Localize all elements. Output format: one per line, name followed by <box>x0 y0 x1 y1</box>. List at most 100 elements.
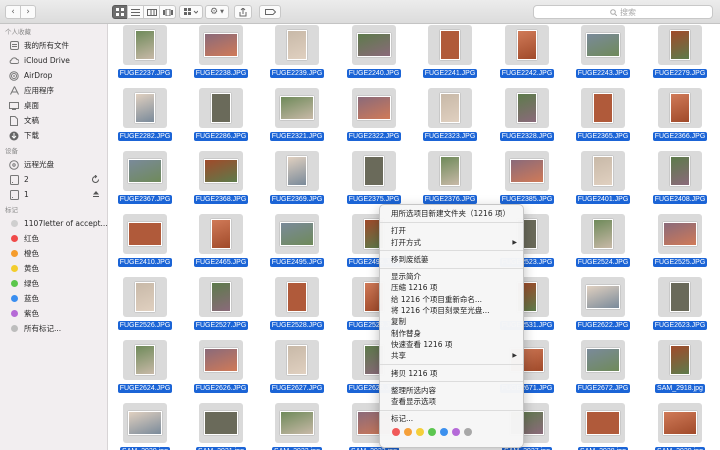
file-item[interactable]: FUGE2367.JPG <box>109 149 181 211</box>
sidebar-item[interactable]: iCloud Drive <box>0 53 107 68</box>
file-item[interactable]: SAM_2929.jpg <box>644 401 716 450</box>
file-item[interactable]: FUGE2322.JPG <box>338 86 410 148</box>
file-item[interactable]: FUGE2524.JPG <box>567 212 639 274</box>
yellow-tag-icon[interactable] <box>416 427 424 436</box>
sidebar-item[interactable]: 所有标记... <box>0 321 107 336</box>
file-item[interactable]: SAM_2918.jpg <box>644 338 716 400</box>
file-item[interactable]: FUGE2410.JPG <box>109 212 181 274</box>
icon-view-button[interactable] <box>112 5 128 19</box>
share-button[interactable] <box>234 5 252 19</box>
action-button[interactable]: ⚙ ▼ <box>205 5 229 19</box>
file-item[interactable]: FUGE2622.JPG <box>567 275 639 337</box>
menu-item[interactable]: 制作替身 <box>380 328 523 339</box>
file-item[interactable]: FUGE2627.JPG <box>261 338 333 400</box>
file-item[interactable]: FUGE2465.JPG <box>185 212 257 274</box>
menu-item[interactable]: 复制 <box>380 316 523 327</box>
file-item[interactable]: FUGE2495.JPG <box>261 212 333 274</box>
file-item[interactable]: FUGE2408.JPG <box>644 149 716 211</box>
eject-icon[interactable] <box>92 190 100 200</box>
file-item[interactable]: FUGE2385.JPG <box>491 149 563 211</box>
sidebar-item[interactable]: 我的所有文件 <box>0 38 107 53</box>
file-item[interactable]: FUGE2282.JPG <box>109 86 181 148</box>
blue-tag-icon[interactable] <box>440 427 448 436</box>
sidebar-item[interactable]: AirDrop <box>0 68 107 83</box>
file-item[interactable]: FUGE2279.JPG <box>644 24 716 85</box>
file-item[interactable]: FUGE2365.JPG <box>567 86 639 148</box>
file-item[interactable]: FUGE2624.JPG <box>109 338 181 400</box>
file-item[interactable]: FUGE2237.JPG <box>109 24 181 85</box>
coverflow-view-button[interactable] <box>159 5 176 19</box>
gray-tag-icon[interactable] <box>464 427 472 436</box>
menu-item[interactable]: 标记... <box>380 413 523 424</box>
file-item[interactable]: SAM_2920.jpg <box>109 401 181 450</box>
file-item[interactable]: FUGE2366.JPG <box>644 86 716 148</box>
file-item[interactable]: FUGE2239.JPG <box>261 24 333 85</box>
orange-tag-icon[interactable] <box>404 427 412 436</box>
menu-item[interactable]: 移到废纸篓 <box>380 254 523 265</box>
green-tag-icon[interactable] <box>428 427 436 436</box>
sync-icon[interactable] <box>91 174 100 186</box>
tag-button[interactable] <box>259 5 281 19</box>
sidebar-item[interactable]: 下载 <box>0 128 107 143</box>
sidebar-item[interactable]: 文稿 <box>0 113 107 128</box>
file-item[interactable]: FUGE2286.JPG <box>185 86 257 148</box>
file-item[interactable]: SAM_2922.jpg <box>261 401 333 450</box>
sidebar-item[interactable]: 桌面 <box>0 98 107 113</box>
menu-item[interactable]: 快速查看 1216 项 <box>380 339 523 350</box>
file-item[interactable]: FUGE2241.JPG <box>414 24 486 85</box>
forward-button[interactable]: › <box>20 5 36 19</box>
menu-item[interactable]: 打开方式 ▶ <box>380 237 523 248</box>
file-item[interactable]: FUGE2527.JPG <box>185 275 257 337</box>
menu-item[interactable]: 给 1216 个项目重新命名... <box>380 294 523 305</box>
sidebar-item[interactable]: 1107letter of accept... <box>0 216 107 231</box>
file-item[interactable]: FUGE2525.JPG <box>644 212 716 274</box>
sidebar-item[interactable]: 应用程序 <box>0 83 107 98</box>
column-view-button[interactable] <box>143 5 160 19</box>
menu-item[interactable]: 整理所选内容 <box>380 385 523 396</box>
file-thumbnail <box>581 151 625 191</box>
file-item[interactable]: FUGE2240.JPG <box>338 24 410 85</box>
menu-item[interactable]: 压缩 1216 项 <box>380 282 523 293</box>
file-item[interactable]: FUGE2528.JPG <box>261 275 333 337</box>
file-item[interactable]: FUGE2401.JPG <box>567 149 639 211</box>
red-tag-icon[interactable] <box>392 427 400 436</box>
file-item[interactable]: FUGE2369.JPG <box>261 149 333 211</box>
file-item[interactable]: FUGE2328.JPG <box>491 86 563 148</box>
sidebar-item[interactable]: 蓝色 <box>0 291 107 306</box>
sidebar-item[interactable]: 远程光盘 <box>0 157 107 172</box>
file-item[interactable]: FUGE2376.JPG <box>414 149 486 211</box>
arrange-button[interactable] <box>179 5 203 19</box>
menu-item[interactable]: 打开 <box>380 225 523 236</box>
file-item[interactable]: FUGE2243.JPG <box>567 24 639 85</box>
file-item[interactable]: FUGE2321.JPG <box>261 86 333 148</box>
file-item[interactable]: FUGE2526.JPG <box>109 275 181 337</box>
file-item[interactable]: SAM_2928.jpg <box>567 401 639 450</box>
sidebar-item[interactable]: 绿色 <box>0 276 107 291</box>
menu-item[interactable]: 将 1216 个项目刻录至光盘... <box>380 305 523 316</box>
file-item[interactable]: FUGE2672.JPG <box>567 338 639 400</box>
file-item[interactable]: FUGE2238.JPG <box>185 24 257 85</box>
sidebar-item[interactable]: 2 <box>0 172 107 187</box>
sidebar-item[interactable]: 1 <box>0 187 107 202</box>
list-view-button[interactable] <box>127 5 144 19</box>
menu-item[interactable]: 查看显示选项 <box>380 396 523 407</box>
menu-item[interactable]: 拷贝 1216 项 <box>380 368 523 379</box>
sidebar-item[interactable]: 橙色 <box>0 246 107 261</box>
file-item[interactable]: FUGE2242.JPG <box>491 24 563 85</box>
file-item[interactable]: FUGE2623.JPG <box>644 275 716 337</box>
back-button[interactable]: ‹ <box>5 5 21 19</box>
sidebar-item[interactable]: 紫色 <box>0 306 107 321</box>
menu-item[interactable]: 共享 ▶ <box>380 350 523 361</box>
file-item[interactable]: FUGE2323.JPG <box>414 86 486 148</box>
menu-item[interactable]: 用所选项目新建文件夹（1216 项） <box>380 208 523 219</box>
file-item[interactable]: FUGE2368.JPG <box>185 149 257 211</box>
file-thumbnail <box>123 277 167 317</box>
sidebar-item[interactable]: 红色 <box>0 231 107 246</box>
file-item[interactable]: SAM_2921.jpg <box>185 401 257 450</box>
file-item[interactable]: FUGE2626.JPG <box>185 338 257 400</box>
menu-item[interactable]: 显示简介 <box>380 271 523 282</box>
purple-tag-icon[interactable] <box>452 427 460 436</box>
search-field[interactable]: 搜索 <box>533 5 713 19</box>
file-item[interactable]: FUGE2375.JPG <box>338 149 410 211</box>
sidebar-item[interactable]: 黄色 <box>0 261 107 276</box>
